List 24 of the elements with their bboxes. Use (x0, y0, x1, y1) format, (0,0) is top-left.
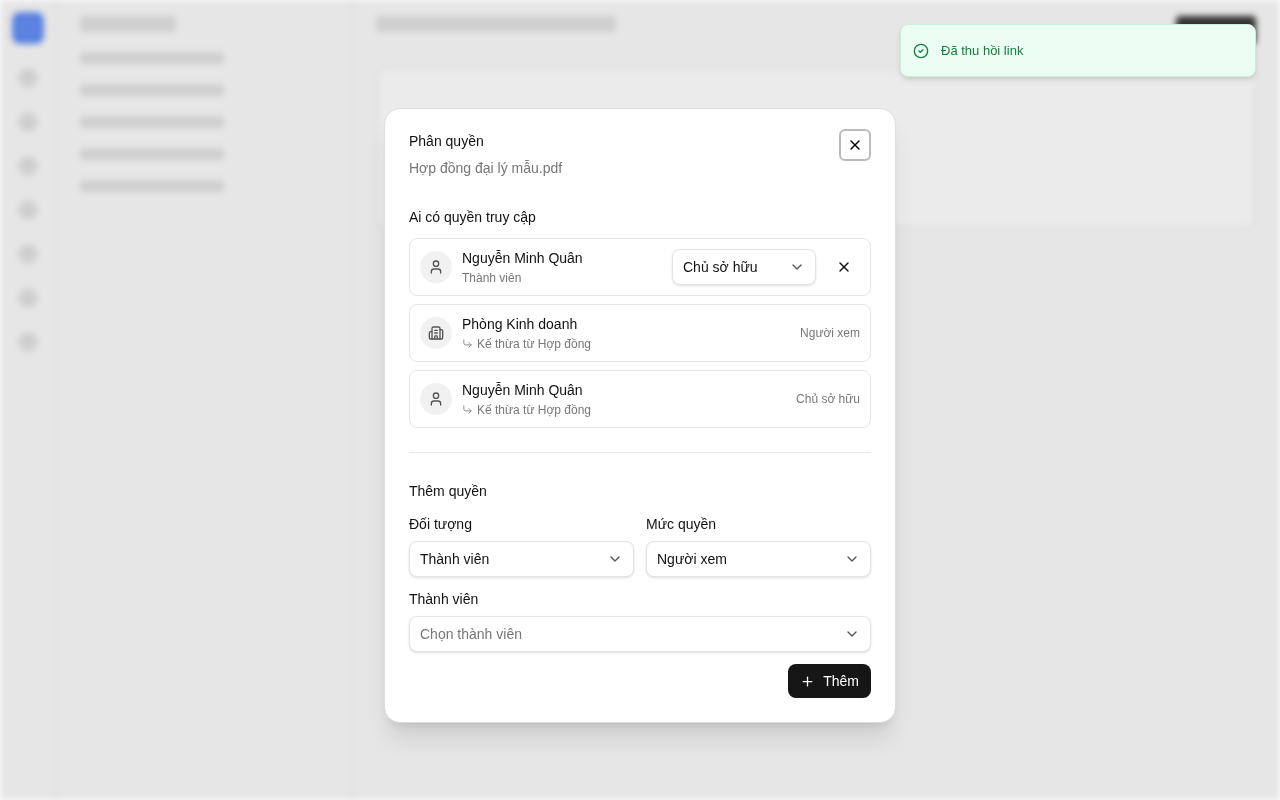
member-detail: Thành viên (462, 269, 522, 287)
field-label: Đối tượng (409, 515, 473, 534)
role-label: Chủ sở hữu (796, 391, 860, 408)
close-button[interactable] (839, 129, 871, 161)
member-select[interactable]: Chọn thành viên (409, 616, 871, 652)
check-icon (913, 42, 929, 59)
field-label: Mức quyền (646, 515, 718, 534)
member-detail: Kế thừa từ Hợp đồng (477, 401, 591, 419)
section-heading: Thêm quyền (409, 482, 488, 501)
role-label: Người xem (800, 325, 860, 342)
subject-select[interactable]: Thành viên (409, 541, 634, 577)
member-name: Phòng Kinh doanh (462, 314, 579, 334)
toast-message: Đã thu hồi link (941, 41, 1024, 60)
add-button[interactable]: Thêm (788, 664, 871, 698)
role-select[interactable]: Chủ sở hữu (672, 249, 816, 285)
dialog-title: Phân quyền (409, 132, 485, 151)
section-heading: Ai có quyền truy cập (409, 208, 537, 227)
member-name: Nguyễn Minh Quân (462, 380, 584, 400)
level-select[interactable]: Người xem (646, 541, 871, 577)
member-detail: Kế thừa từ Hợp đồng (477, 335, 591, 353)
file-name: Hợp đồng đại lý mẫu.pdf (409, 159, 563, 178)
field-label: Thành viên (409, 590, 480, 609)
member-name: Nguyễn Minh Quân (462, 248, 583, 268)
plus-icon (800, 673, 816, 689)
